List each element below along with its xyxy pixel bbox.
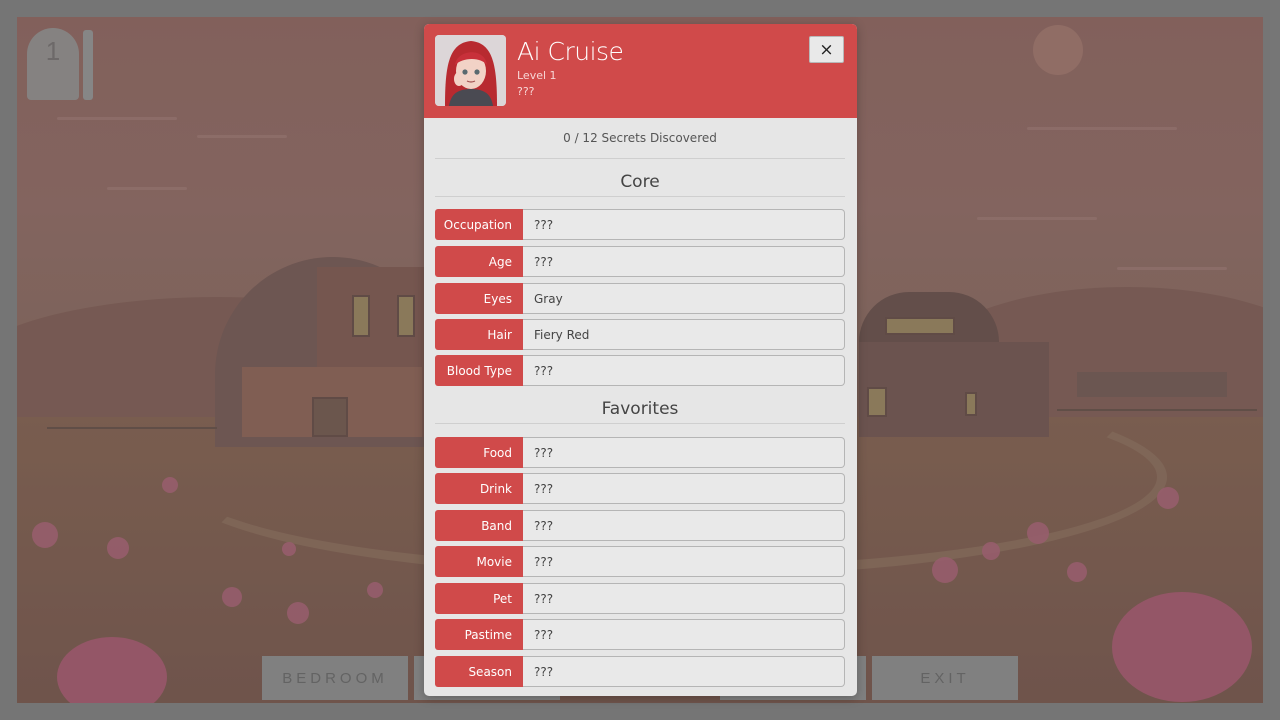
row-label: Pet (435, 583, 523, 614)
row-value: Gray (523, 283, 845, 314)
row-value: ??? (523, 510, 845, 541)
row-label: Occupation (435, 209, 523, 240)
row-value: ??? (523, 437, 845, 468)
row-label: Season (435, 656, 523, 687)
close-button[interactable]: × (809, 36, 844, 63)
row-label: Blood Type (435, 355, 523, 386)
row-label: Pastime (435, 619, 523, 650)
profile-row-pastime: Pastime ??? (435, 619, 845, 650)
row-value: ??? (523, 473, 845, 504)
profile-row-occupation: Occupation ??? (435, 209, 845, 240)
row-label: Eyes (435, 283, 523, 314)
profile-row-eyes: Eyes Gray (435, 283, 845, 314)
character-profile-modal: Ai Cruise Level 1 ??? × 0 / 12 Secrets D… (424, 24, 857, 696)
profile-row-pet: Pet ??? (435, 583, 845, 614)
section-title-favorites: Favorites (435, 399, 845, 424)
row-value: ??? (523, 546, 845, 577)
character-level: Level 1 (517, 69, 557, 82)
character-portrait-image (435, 35, 506, 106)
profile-row-band: Band ??? (435, 510, 845, 541)
profile-row-drink: Drink ??? (435, 473, 845, 504)
row-label: Hair (435, 319, 523, 350)
row-value: ??? (523, 209, 845, 240)
row-label: Drink (435, 473, 523, 504)
row-value: ??? (523, 583, 845, 614)
row-label: Band (435, 510, 523, 541)
section-title-core: Core (435, 172, 845, 197)
row-value: ??? (523, 656, 845, 687)
profile-row-food: Food ??? (435, 437, 845, 468)
profile-row-hair: Hair Fiery Red (435, 319, 845, 350)
profile-row-age: Age ??? (435, 246, 845, 277)
row-label: Age (435, 246, 523, 277)
row-label: Food (435, 437, 523, 468)
row-value: ??? (523, 246, 845, 277)
row-label: Movie (435, 546, 523, 577)
character-subtitle: ??? (517, 85, 535, 98)
row-value: Fiery Red (523, 319, 845, 350)
character-portrait (435, 35, 506, 106)
profile-row-movie: Movie ??? (435, 546, 845, 577)
profile-row-blood-type: Blood Type ??? (435, 355, 845, 386)
close-icon: × (819, 39, 834, 60)
row-value: ??? (523, 355, 845, 386)
profile-row-season: Season ??? (435, 656, 845, 687)
character-name: Ai Cruise (517, 37, 624, 66)
secrets-counter: 0 / 12 Secrets Discovered (435, 124, 845, 159)
row-value: ??? (523, 619, 845, 650)
profile-header: Ai Cruise Level 1 ??? × (424, 24, 857, 118)
